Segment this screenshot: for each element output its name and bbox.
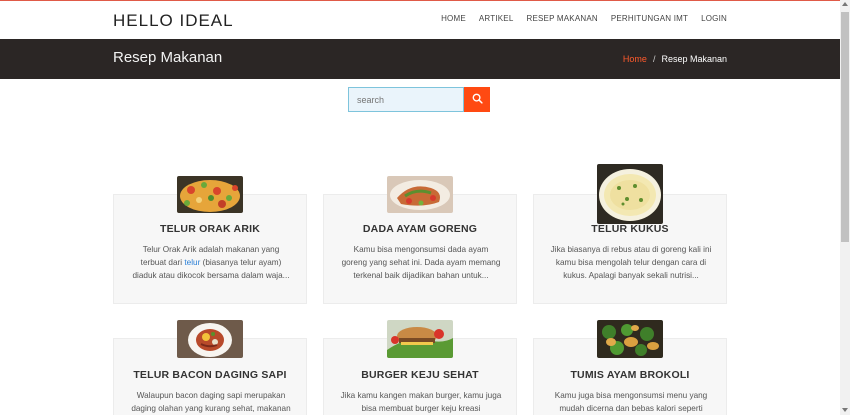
recipe-image[interactable] bbox=[387, 320, 453, 358]
brand-logo[interactable]: HELLO IDEAL bbox=[113, 11, 234, 31]
recipe-description: Walaupun bacon daging sapi merupakan dag… bbox=[131, 391, 291, 413]
search-bar bbox=[348, 87, 490, 112]
recipe-title[interactable]: TELUR BACON DAGING SAPI bbox=[114, 369, 306, 381]
nav-login[interactable]: LOGIN bbox=[701, 14, 727, 23]
nav-menu: HOME ARTIKEL RESEP MAKANAN PERHITUNGAN I… bbox=[428, 14, 727, 23]
search-icon bbox=[472, 92, 483, 107]
recipe-description: Jika biasanya di rebus atau di goreng ka… bbox=[550, 245, 712, 280]
breadcrumb-home[interactable]: Home bbox=[623, 54, 647, 64]
navbar: HELLO IDEAL HOME ARTIKEL RESEP MAKANAN P… bbox=[0, 1, 840, 39]
recipe-title[interactable]: DADA AYAM GORENG bbox=[324, 223, 516, 235]
recipe-link-telur[interactable]: telur bbox=[184, 258, 200, 267]
nav-home[interactable]: HOME bbox=[441, 14, 466, 23]
recipe-description: Jika kamu kangen makan burger, kamu juga… bbox=[340, 391, 502, 413]
breadcrumb-current: Resep Makanan bbox=[661, 54, 727, 64]
recipe-image[interactable] bbox=[177, 176, 243, 213]
recipe-title[interactable]: TELUR ORAK ARIK bbox=[114, 223, 306, 235]
recipe-title[interactable]: BURGER KEJU SEHAT bbox=[324, 369, 516, 381]
scrollbar-thumb[interactable] bbox=[841, 12, 849, 242]
scroll-up-icon[interactable] bbox=[842, 2, 848, 6]
recipe-image[interactable] bbox=[387, 176, 453, 213]
recipe-image[interactable] bbox=[597, 320, 663, 358]
nav-artikel[interactable]: ARTIKEL bbox=[479, 14, 514, 23]
recipe-description: Telur Orak Arik adalah makanan yang terb… bbox=[132, 245, 290, 280]
recipe-image[interactable] bbox=[177, 320, 243, 358]
page-banner: Resep Makanan Home / Resep Makanan bbox=[0, 39, 840, 79]
nav-resep-makanan[interactable]: RESEP MAKANAN bbox=[526, 14, 597, 23]
recipe-title[interactable]: TELUR KUKUS bbox=[534, 223, 726, 235]
recipe-description: Kamu bisa mengonsumsi dada ayam goreng y… bbox=[341, 245, 501, 280]
recipe-description: Kamu juga bisa mengonsumsi menu yang mud… bbox=[554, 391, 708, 413]
search-input[interactable] bbox=[348, 87, 464, 112]
page-scrollbar[interactable] bbox=[840, 0, 850, 415]
recipe-image[interactable] bbox=[597, 164, 663, 224]
nav-perhitungan-imt[interactable]: PERHITUNGAN IMT bbox=[611, 14, 688, 23]
page-title: Resep Makanan bbox=[113, 49, 223, 66]
search-button[interactable] bbox=[464, 87, 490, 112]
recipe-title[interactable]: TUMIS AYAM BROKOLI bbox=[534, 369, 726, 381]
breadcrumb-separator: / bbox=[652, 54, 656, 64]
breadcrumb: Home / Resep Makanan bbox=[623, 54, 727, 64]
scroll-down-icon[interactable] bbox=[842, 408, 848, 412]
